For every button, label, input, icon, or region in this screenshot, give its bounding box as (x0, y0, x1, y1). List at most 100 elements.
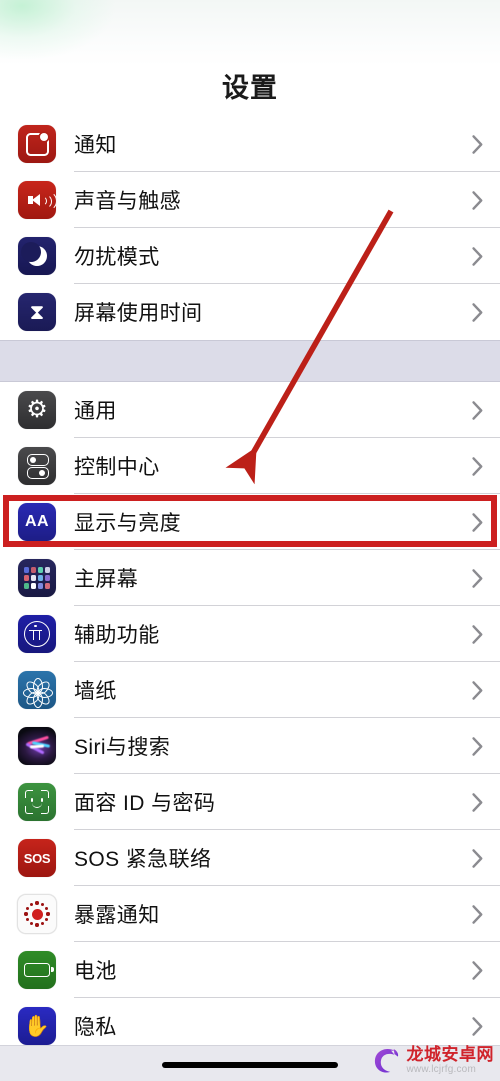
display-brightness-icon: AA (18, 503, 56, 541)
row-label: 电池 (74, 960, 117, 983)
control-center-icon (18, 447, 56, 485)
face-id-passcode-icon (18, 783, 56, 821)
row-label: Siri与搜索 (74, 736, 171, 759)
row-label: 通用 (74, 400, 117, 423)
row-disclosure[interactable] (454, 134, 500, 154)
exposure-notifications-icon (18, 895, 56, 933)
control-center-icon (18, 447, 56, 485)
status-bar-gradient (0, 0, 500, 66)
accessibility-icon (18, 615, 56, 653)
settings-row[interactable]: 墙纸 (0, 662, 500, 718)
row-disclosure[interactable] (454, 848, 500, 868)
row-disclosure[interactable] (454, 246, 500, 266)
home-screen-icon (18, 559, 56, 597)
sound-haptics-icon (18, 181, 56, 219)
exposure-notifications-icon (17, 894, 57, 934)
row-disclosure[interactable] (454, 904, 500, 924)
chevron-right-icon (471, 1016, 482, 1036)
row-icon-wrap: ⧗ (0, 293, 74, 331)
chevron-right-icon (471, 134, 482, 154)
row-icon-wrap (0, 727, 74, 765)
settings-row[interactable]: ⚙ 通用 (0, 382, 500, 438)
row-icon-wrap (0, 181, 74, 219)
settings-row[interactable]: 声音与触感 (0, 172, 500, 228)
phone-screen: 设置 通知声音与触感勿扰模式 ⧗ 屏幕使用时间 ⚙ 通用控制中心 AA 显示与亮度主屏幕辅助… (0, 0, 500, 1081)
settings-row[interactable]: 勿扰模式 (0, 228, 500, 284)
row-icon-wrap: SOS (0, 839, 74, 877)
row-label: 暴露通知 (74, 904, 160, 927)
row-label: 隐私 (74, 1016, 117, 1039)
settings-row[interactable]: 通知 (0, 116, 500, 172)
row-icon-wrap: AA (0, 503, 74, 541)
chevron-right-icon (471, 736, 482, 756)
row-icon-wrap (0, 951, 74, 989)
row-disclosure[interactable] (454, 302, 500, 322)
chevron-right-icon (471, 960, 482, 980)
emergency-sos-icon: SOS (18, 839, 56, 877)
screen-time-icon: ⧗ (29, 300, 45, 324)
chevron-right-icon (471, 568, 482, 588)
chevron-right-icon (471, 904, 482, 924)
battery-icon (18, 951, 56, 989)
display-brightness-icon: AA (24, 513, 50, 530)
chevron-right-icon (471, 302, 482, 322)
row-label: 声音与触感 (74, 190, 181, 213)
settings-row[interactable]: AA 显示与亮度 (0, 494, 500, 550)
row-icon-wrap (0, 615, 74, 653)
row-label: 控制中心 (74, 456, 160, 479)
row-icon-wrap: ⚙ (0, 391, 74, 429)
row-icon-wrap (0, 447, 74, 485)
row-disclosure[interactable] (454, 568, 500, 588)
settings-row[interactable]: ⧗ 屏幕使用时间 (0, 284, 500, 340)
row-disclosure[interactable] (454, 792, 500, 812)
home-indicator-bar (0, 1045, 500, 1081)
chevron-right-icon (471, 792, 482, 812)
row-icon-wrap (0, 559, 74, 597)
settings-row[interactable]: 电池 (0, 942, 500, 998)
chevron-right-icon (471, 246, 482, 266)
row-disclosure[interactable] (454, 512, 500, 532)
row-disclosure[interactable] (454, 680, 500, 700)
row-label: 勿扰模式 (74, 246, 160, 269)
row-disclosure[interactable] (454, 960, 500, 980)
settings-row[interactable]: 暴露通知 (0, 886, 500, 942)
navigation-bar: 设置 (0, 60, 500, 116)
siri-search-icon (18, 727, 56, 765)
battery-icon (18, 951, 56, 989)
row-label: SOS 紧急联络 (74, 848, 212, 871)
row-disclosure[interactable] (454, 624, 500, 644)
row-icon-wrap (0, 671, 74, 709)
home-indicator[interactable] (162, 1062, 338, 1068)
row-disclosure[interactable] (454, 456, 500, 476)
chevron-right-icon (471, 624, 482, 644)
settings-row[interactable]: SOS SOS 紧急联络 (0, 830, 500, 886)
group-2: ⚙ 通用控制中心 AA 显示与亮度主屏幕辅助功能 墙纸 Siri与搜索面容 ID 与密码 S… (0, 382, 500, 1054)
settings-list: 通知声音与触感勿扰模式 ⧗ 屏幕使用时间 ⚙ 通用控制中心 AA 显示与亮度主屏幕辅助功能墙… (0, 116, 500, 1054)
siri-search-icon (18, 727, 56, 765)
face-id-passcode-icon (18, 783, 56, 821)
row-icon-wrap (0, 783, 74, 821)
row-label: 屏幕使用时间 (74, 302, 203, 325)
wallpaper-icon (18, 671, 56, 709)
settings-row[interactable]: 主屏幕 (0, 550, 500, 606)
row-label: 面容 ID 与密码 (74, 792, 216, 815)
home-screen-icon (18, 559, 56, 597)
notifications-icon (18, 125, 56, 163)
settings-row[interactable]: 辅助功能 (0, 606, 500, 662)
settings-row[interactable]: 控制中心 (0, 438, 500, 494)
row-icon-wrap: ✋ (0, 1007, 74, 1045)
emergency-sos-icon: SOS (23, 850, 51, 866)
settings-row[interactable]: Siri与搜索 (0, 718, 500, 774)
settings-row[interactable]: 面容 ID 与密码 (0, 774, 500, 830)
row-disclosure[interactable] (454, 190, 500, 210)
chevron-right-icon (471, 190, 482, 210)
row-disclosure[interactable] (454, 736, 500, 756)
chevron-right-icon (471, 680, 482, 700)
row-label: 主屏幕 (74, 568, 139, 591)
row-disclosure[interactable] (454, 400, 500, 420)
row-disclosure[interactable] (454, 1016, 500, 1036)
row-icon-wrap (0, 894, 74, 934)
row-label: 通知 (74, 134, 117, 157)
row-label: 显示与亮度 (74, 512, 181, 535)
row-icon-wrap (0, 237, 74, 275)
